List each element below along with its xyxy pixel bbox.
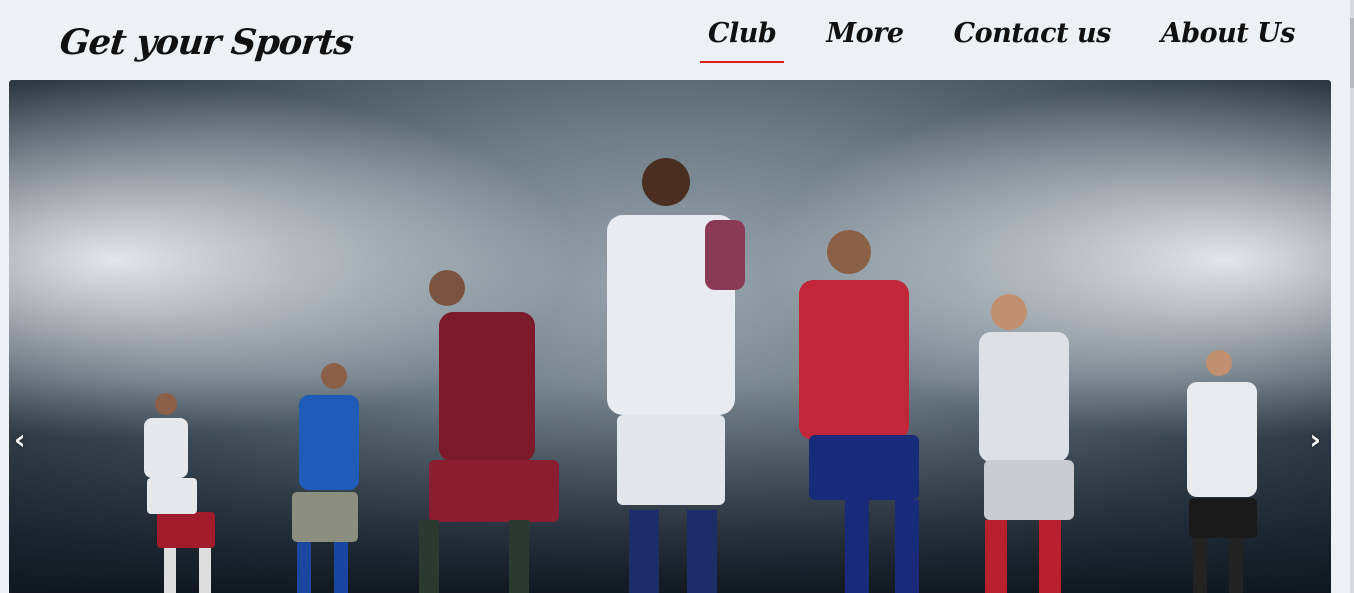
nav-item-contact-us[interactable]: Contact us — [946, 16, 1119, 63]
carousel-next-arrow[interactable]: › — [1309, 426, 1321, 454]
nav-item-about-us[interactable]: About Us — [1153, 16, 1303, 63]
hero-image — [9, 80, 1331, 593]
scrollbar-thumb[interactable] — [1350, 18, 1354, 88]
nav-item-club[interactable]: Club — [700, 16, 785, 63]
nav-item-more[interactable]: More — [818, 16, 911, 63]
page: Get your Sports Club More Contact us Abo… — [0, 0, 1354, 593]
main-nav: Club More Contact us About Us — [700, 16, 1303, 63]
hero-carousel: ‹ › — [9, 80, 1331, 593]
carousel-prev-arrow[interactable]: ‹ — [14, 426, 26, 454]
site-logo[interactable]: Get your Sports — [58, 22, 355, 63]
page-scrollbar[interactable] — [1350, 0, 1354, 593]
